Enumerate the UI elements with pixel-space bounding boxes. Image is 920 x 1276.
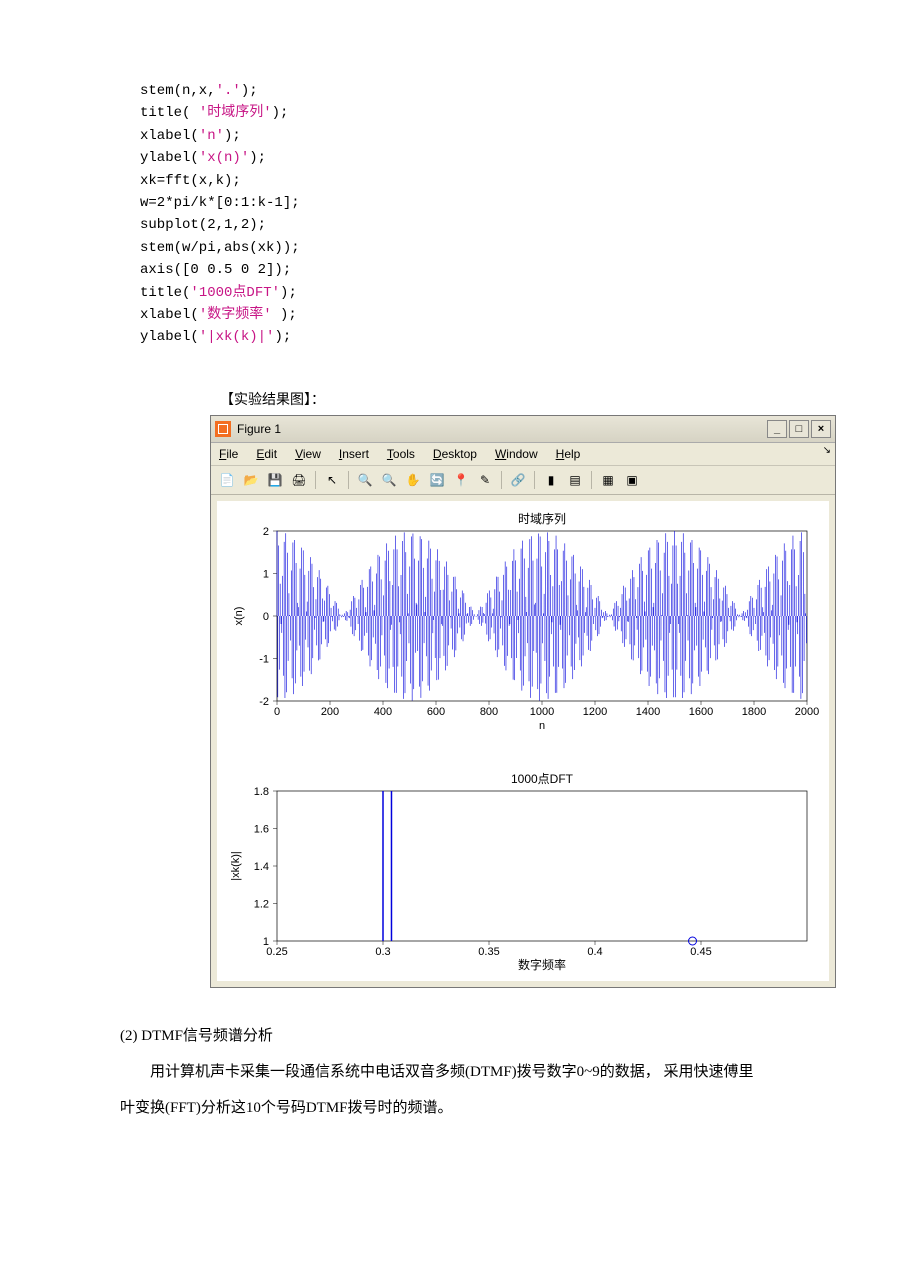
- print-icon[interactable]: 🖨: [289, 470, 309, 490]
- window-title: Figure 1: [237, 422, 767, 436]
- menu-view[interactable]: View: [291, 445, 325, 463]
- toolbar-separator: [501, 471, 502, 489]
- code-line: xlabel('n');: [140, 125, 820, 147]
- plot-area: 时域序列020040060080010001200140016001800200…: [211, 495, 835, 987]
- pan-icon[interactable]: ✋: [403, 470, 423, 490]
- pointer-icon[interactable]: ↖: [322, 470, 342, 490]
- subsection-heading: (2) DTMF信号频谱分析: [120, 1018, 800, 1054]
- save-icon[interactable]: 💾: [265, 470, 285, 490]
- svg-text:400: 400: [374, 706, 392, 718]
- figure-window: Figure 1 _ □ × File Edit View Insert Tools De…: [210, 415, 836, 988]
- close-button[interactable]: ×: [811, 420, 831, 438]
- menu-desktop[interactable]: Desktop: [429, 445, 481, 463]
- menu-tools[interactable]: Tools: [383, 445, 419, 463]
- toolbar: 📄 📂 💾 🖨 ↖ 🔍 🔍 ✋ 🔄 📍 ✎ 🔗 ▮ ▤ ▦ ▣: [211, 466, 835, 495]
- code-line: stem(w/pi,abs(xk));: [140, 237, 820, 259]
- svg-text:1000点DFT: 1000点DFT: [511, 772, 574, 786]
- titlebar[interactable]: Figure 1 _ □ ×: [211, 416, 835, 443]
- svg-text:数字频率: 数字频率: [518, 957, 566, 972]
- svg-text:1000: 1000: [530, 706, 554, 718]
- plot-canvas: 时域序列020040060080010001200140016001800200…: [217, 501, 829, 981]
- svg-text:1: 1: [263, 936, 269, 948]
- datacursor-icon[interactable]: 📍: [451, 470, 471, 490]
- menu-window[interactable]: Window: [491, 445, 542, 463]
- svg-text:0.3: 0.3: [375, 946, 390, 958]
- svg-text:x(n): x(n): [233, 606, 245, 625]
- svg-text:0: 0: [263, 611, 269, 623]
- code-line: title('1000点DFT');: [140, 282, 820, 304]
- hide-icon[interactable]: ▦: [598, 470, 618, 490]
- code-line: w=2*pi/k*[0:1:k-1];: [140, 192, 820, 214]
- code-line: stem(n,x,'.');: [140, 80, 820, 102]
- paragraph-line: 用计算机声卡采集一段通信系统中电话双音多频(DTMF)拨号数字0~9的数据， 采…: [120, 1054, 800, 1090]
- svg-text:-2: -2: [259, 696, 269, 708]
- menu-edit[interactable]: Edit: [252, 445, 281, 463]
- menu-help[interactable]: Help: [552, 445, 585, 463]
- brush-icon[interactable]: ✎: [475, 470, 495, 490]
- svg-text:|xk(k)|: |xk(k)|: [230, 851, 242, 881]
- minimize-button[interactable]: _: [767, 420, 787, 438]
- svg-text:1.4: 1.4: [254, 861, 269, 873]
- menu-file[interactable]: File: [215, 445, 242, 463]
- svg-text:2: 2: [263, 526, 269, 538]
- svg-text:0.25: 0.25: [266, 946, 287, 958]
- code-line: xk=fft(x,k);: [140, 170, 820, 192]
- svg-text:800: 800: [480, 706, 498, 718]
- svg-text:200: 200: [321, 706, 339, 718]
- open-icon[interactable]: 📂: [241, 470, 261, 490]
- window-buttons: _ □ ×: [767, 420, 831, 438]
- link-icon[interactable]: 🔗: [508, 470, 528, 490]
- svg-text:1600: 1600: [689, 706, 713, 718]
- toolbar-separator: [315, 471, 316, 489]
- zoom-out-icon[interactable]: 🔍: [379, 470, 399, 490]
- body-text: (2) DTMF信号频谱分析 用计算机声卡采集一段通信系统中电话双音多频(DTM…: [120, 1018, 800, 1126]
- menu-insert[interactable]: Insert: [335, 445, 373, 463]
- new-icon[interactable]: 📄: [217, 470, 237, 490]
- code-line: xlabel('数字频率' );: [140, 304, 820, 326]
- svg-text:0.35: 0.35: [478, 946, 499, 958]
- legend-icon[interactable]: ▤: [565, 470, 585, 490]
- svg-text:600: 600: [427, 706, 445, 718]
- menubar: File Edit View Insert Tools Desktop Window Help…: [211, 443, 835, 466]
- svg-text:时域序列: 时域序列: [518, 511, 566, 526]
- svg-text:2000: 2000: [795, 706, 819, 718]
- svg-text:-1: -1: [259, 653, 269, 665]
- code-line: ylabel('|xk(k)|');: [140, 326, 820, 348]
- svg-text:0: 0: [274, 706, 280, 718]
- paragraph-line: 叶变换(FFT)分析这10个号码DTMF拨号时的频谱。: [120, 1100, 453, 1116]
- svg-text:0.45: 0.45: [690, 946, 711, 958]
- svg-text:1.2: 1.2: [254, 898, 269, 910]
- dock-arrow-icon[interactable]: ↘: [823, 445, 831, 463]
- svg-text:1200: 1200: [583, 706, 607, 718]
- toolbar-separator: [591, 471, 592, 489]
- rotate-icon[interactable]: 🔄: [427, 470, 447, 490]
- svg-text:0.4: 0.4: [587, 946, 602, 958]
- svg-text:1400: 1400: [636, 706, 660, 718]
- svg-text:1: 1: [263, 568, 269, 580]
- svg-text:n: n: [539, 720, 545, 732]
- code-line: subplot(2,1,2);: [140, 214, 820, 236]
- code-line: title( '时域序列');: [140, 102, 820, 124]
- code-line: axis([0 0.5 0 2]);: [140, 259, 820, 281]
- colorbar-icon[interactable]: ▮: [541, 470, 561, 490]
- section-label: 【实验结果图】：: [220, 389, 820, 409]
- toolbar-separator: [534, 471, 535, 489]
- zoom-in-icon[interactable]: 🔍: [355, 470, 375, 490]
- maximize-button[interactable]: □: [789, 420, 809, 438]
- code-block: stem(n,x,'.');title( '时域序列');xlabel('n')…: [140, 80, 820, 349]
- plot-svg: 时域序列020040060080010001200140016001800200…: [217, 501, 829, 981]
- code-line: ylabel('x(n)');: [140, 147, 820, 169]
- toolbar-separator: [348, 471, 349, 489]
- matlab-icon: [215, 421, 231, 437]
- svg-text:1800: 1800: [742, 706, 766, 718]
- svg-text:1.6: 1.6: [254, 823, 269, 835]
- svg-text:1.8: 1.8: [254, 786, 269, 798]
- show-icon[interactable]: ▣: [622, 470, 642, 490]
